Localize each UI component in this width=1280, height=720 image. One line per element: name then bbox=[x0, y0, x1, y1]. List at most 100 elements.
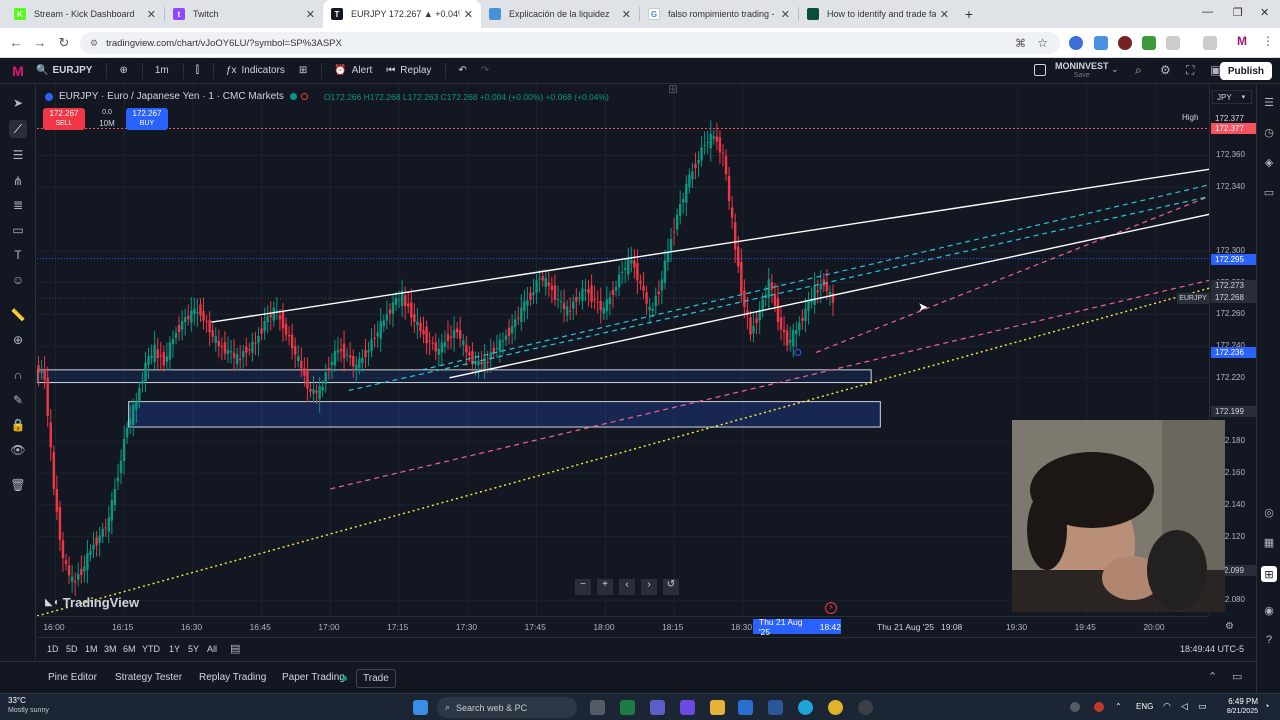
rectangle-icon[interactable]: ▭ bbox=[9, 221, 27, 239]
alerts-clock-icon[interactable]: ◷ bbox=[1261, 124, 1277, 140]
menu-dots-icon[interactable]: ⋮ bbox=[1262, 34, 1276, 48]
extensions-icon[interactable] bbox=[1166, 36, 1180, 50]
collapse-panel-icon[interactable]: ⌃ bbox=[1208, 670, 1217, 683]
chevron-down-icon[interactable]: ⌄ bbox=[1111, 64, 1119, 75]
notifications-icon[interactable]: ◔ bbox=[1264, 701, 1269, 711]
currency-select[interactable]: JPY ▾ bbox=[1212, 90, 1252, 104]
range-6m-button[interactable]: 6M bbox=[123, 644, 136, 654]
pencil-lock-icon[interactable]: ✎ bbox=[9, 391, 27, 409]
chat-icon[interactable]: ▭ bbox=[1261, 184, 1277, 200]
site-info-icon[interactable]: ⚙ bbox=[90, 38, 98, 49]
browser-tab[interactable]: How to identify and trade fake ✕ bbox=[799, 0, 957, 28]
shield-icon[interactable] bbox=[1094, 36, 1108, 50]
range-1y-button[interactable]: 1Y bbox=[169, 644, 180, 654]
ruler-icon[interactable]: 📏 bbox=[9, 306, 27, 324]
close-tab-icon[interactable]: ✕ bbox=[306, 8, 315, 21]
range-1d-button[interactable]: 1D bbox=[47, 644, 59, 654]
url-bar[interactable]: ⚙ tradingview.com/chart/vJoOY6LU/?symbol… bbox=[80, 32, 1060, 54]
forward-icon[interactable]: → bbox=[28, 35, 52, 50]
trash-icon[interactable]: 🗑 bbox=[9, 476, 27, 494]
interval-button[interactable]: 1m bbox=[155, 65, 169, 76]
fib-tools-icon[interactable]: ≣ bbox=[9, 196, 27, 214]
strategy-tester-tab[interactable]: Strategy Tester bbox=[115, 672, 182, 683]
layout-name-button[interactable]: MONINVEST Save bbox=[1055, 61, 1109, 81]
cursor-icon[interactable]: ➤ bbox=[9, 94, 27, 112]
translate-icon[interactable]: ⌘ bbox=[1015, 37, 1026, 50]
battery-icon[interactable]: ▭ bbox=[1198, 701, 1207, 712]
new-tab-button[interactable]: + bbox=[957, 0, 981, 28]
economic-event-icon[interactable]: ⚡ bbox=[825, 602, 837, 614]
close-tab-icon[interactable]: ✕ bbox=[940, 8, 949, 21]
close-tab-icon[interactable]: ✕ bbox=[622, 8, 631, 21]
timezone-clock[interactable]: 18:49:44 UTC-5 bbox=[1180, 644, 1244, 654]
range-3m-button[interactable]: 3M bbox=[104, 644, 117, 654]
taskbar-search[interactable]: ⌕ Search web & PC bbox=[437, 697, 577, 718]
reset-chart-icon[interactable]: ↺ bbox=[663, 579, 679, 595]
minimize-icon[interactable]: — bbox=[1202, 6, 1213, 18]
profile-logo-icon[interactable]: M bbox=[0, 63, 36, 79]
replay-button[interactable]: ⏮ Replay bbox=[386, 65, 431, 76]
browser-tab[interactable]: K Stream - Kick Dashboard ✕ bbox=[6, 0, 164, 28]
pine-editor-tab[interactable]: Pine Editor bbox=[48, 672, 97, 683]
templates-button[interactable]: ⊞ bbox=[299, 65, 307, 76]
profile-icon[interactable]: M bbox=[1237, 34, 1251, 48]
browser-tab[interactable]: T EURJPY 172.267 ▲ +0.04% MO ✕ bbox=[323, 0, 481, 28]
quantity-value[interactable]: 10M bbox=[91, 118, 123, 129]
tray-icon[interactable] bbox=[1070, 702, 1080, 712]
legend-title[interactable]: EURJPY · Euro / Japanese Yen · 1 · CMC M… bbox=[59, 91, 284, 102]
range-5d-button[interactable]: 5D bbox=[66, 644, 78, 654]
maximize-icon[interactable]: ❐ bbox=[1233, 6, 1243, 19]
browser-tab[interactable]: Explicación de la liquidez ✕ bbox=[481, 0, 639, 28]
publish-button[interactable]: Publish bbox=[1219, 62, 1272, 80]
teams-icon[interactable] bbox=[650, 700, 665, 715]
lock-icon[interactable]: 🔒 bbox=[9, 416, 27, 434]
broadcast-icon[interactable]: ◉ bbox=[1261, 602, 1277, 618]
range-1m-button[interactable]: 1M bbox=[85, 644, 98, 654]
fullscreen-icon[interactable]: ⛶ bbox=[1186, 63, 1194, 78]
scroll-right-icon[interactable]: › bbox=[641, 579, 657, 595]
outlook-icon[interactable] bbox=[738, 700, 753, 715]
wifi-icon[interactable]: ◠ bbox=[1163, 701, 1171, 712]
target-icon[interactable]: ◎ bbox=[1261, 504, 1277, 520]
excel-icon[interactable] bbox=[620, 700, 635, 715]
obs-icon[interactable] bbox=[858, 700, 873, 715]
chevron-up-icon[interactable]: ⌃ bbox=[1115, 702, 1122, 711]
word-icon[interactable] bbox=[768, 700, 783, 715]
emoji-icon[interactable]: ☺ bbox=[9, 271, 27, 289]
eye-icon[interactable]: 👁 bbox=[9, 441, 27, 459]
volume-icon[interactable]: ◁ bbox=[1181, 701, 1188, 712]
trendline-icon[interactable]: ⟋ bbox=[9, 120, 27, 138]
close-tab-icon[interactable]: ✕ bbox=[147, 8, 156, 21]
clock[interactable]: 6:49 PM 8/21/2025 bbox=[1222, 697, 1258, 717]
copilot-icon[interactable] bbox=[680, 700, 695, 715]
range-all-button[interactable]: All bbox=[207, 644, 217, 654]
quick-search-icon[interactable]: ⌕ bbox=[1135, 63, 1142, 78]
close-tab-icon[interactable]: ✕ bbox=[464, 8, 473, 21]
magnet-icon[interactable]: ∩ bbox=[9, 366, 27, 384]
back-icon[interactable]: ← bbox=[4, 35, 28, 50]
horizontal-lines-icon[interactable]: ☰ bbox=[9, 146, 27, 164]
watchlist-icon[interactable]: ☰ bbox=[1261, 94, 1277, 110]
apps-grid-icon[interactable]: ⊞ bbox=[1261, 566, 1277, 582]
help-icon[interactable]: ? bbox=[1261, 632, 1277, 648]
range-5y-button[interactable]: 5Y bbox=[188, 644, 199, 654]
redo-button[interactable]: ↷ bbox=[481, 65, 489, 76]
reload-icon[interactable]: ↻ bbox=[52, 35, 76, 51]
close-window-icon[interactable]: ✕ bbox=[1260, 6, 1269, 19]
pitchfork-icon[interactable]: ⋔ bbox=[9, 172, 27, 190]
trade-tab[interactable]: Trade bbox=[356, 669, 396, 688]
chart-type-button[interactable]: ⫿ bbox=[196, 65, 199, 76]
start-windows-icon[interactable] bbox=[413, 700, 428, 715]
paper-trading-tab[interactable]: Paper Trading bbox=[282, 672, 345, 683]
compare-symbol-button[interactable]: ⊕ bbox=[119, 65, 127, 76]
time-axis[interactable]: 16:00 16:15 16:30 16:45 17:00 17:15 17:30 17:45… bbox=[37, 616, 1234, 637]
text-tool-icon[interactable]: T bbox=[9, 246, 27, 264]
task-view-icon[interactable] bbox=[590, 700, 605, 715]
buy-button[interactable]: 172.267 BUY bbox=[126, 108, 168, 130]
scroll-left-icon[interactable]: ‹ bbox=[619, 579, 635, 595]
bookmark-star-icon[interactable]: ☆ bbox=[1037, 36, 1048, 50]
close-tab-icon[interactable]: ✕ bbox=[781, 8, 790, 21]
browser-tab[interactable]: Gfalso rompimiento trading - Go ✕ bbox=[640, 0, 798, 28]
zoom-icon[interactable]: ⊕ bbox=[9, 331, 27, 349]
browser-tab[interactable]: t Twitch ✕ bbox=[165, 0, 323, 28]
